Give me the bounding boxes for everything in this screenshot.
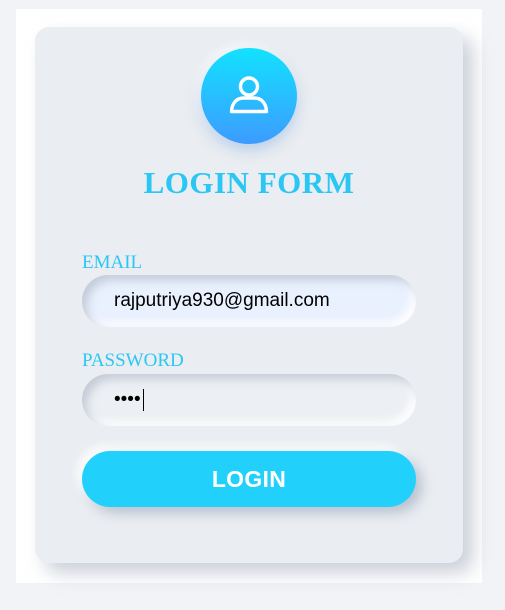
text-caret	[142, 389, 145, 411]
password-value: ••••	[114, 389, 141, 410]
email-field[interactable]: rajputriya930@gmail.com	[82, 275, 416, 327]
password-field[interactable]: ••••	[82, 374, 416, 426]
login-button[interactable]: LOGIN	[82, 451, 416, 507]
page-title: LOGIN FORM	[143, 165, 355, 200]
password-label: PASSWORD	[82, 350, 184, 371]
login-card: LOGIN FORM EMAIL rajputriya930@gmail.com…	[35, 27, 463, 563]
user-icon	[222, 69, 276, 123]
avatar	[201, 48, 297, 144]
email-value: rajputriya930@gmail.com	[114, 290, 330, 311]
email-label: EMAIL	[82, 252, 143, 273]
